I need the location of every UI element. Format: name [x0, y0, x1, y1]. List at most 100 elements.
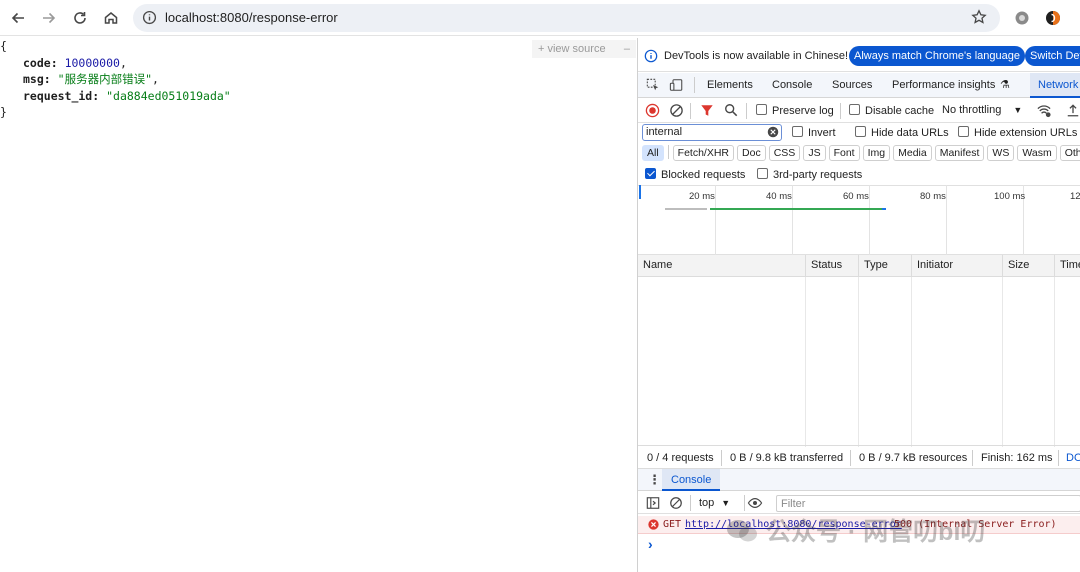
console-filter-input[interactable]: Filter [776, 495, 1080, 512]
drawer-tab-console[interactable]: Console [662, 469, 721, 491]
home-icon[interactable] [99, 6, 123, 30]
tab-network[interactable]: Network [1030, 73, 1080, 98]
drawer-tabbar: ⋮ Console [638, 469, 1080, 491]
drawer-menu-icon[interactable]: ⋮ [648, 472, 661, 488]
tab-elements[interactable]: Elements [707, 79, 753, 91]
device-toolbar-icon[interactable] [669, 78, 684, 95]
blocked-requests-checkbox[interactable]: Blocked requests [645, 168, 745, 181]
record-stop-icon[interactable] [645, 103, 660, 121]
console-sidebar-icon[interactable] [646, 496, 660, 513]
always-match-language-button[interactable]: Always match Chrome's language [849, 46, 1025, 66]
error-method: GET [663, 519, 682, 530]
type-filter-js[interactable]: JS [803, 145, 826, 161]
switch-devtools-language-button[interactable]: Switch Dev [1025, 46, 1080, 66]
view-source-toggle[interactable]: + view source – [532, 40, 636, 58]
column-name[interactable]: Name [638, 255, 672, 276]
execution-context-select[interactable]: top ▼ [699, 497, 730, 509]
tab-performance-insights[interactable]: Performance insights [892, 79, 995, 91]
blocked-requests-label: Blocked requests [661, 169, 746, 181]
hide-extension-urls-checkbox[interactable]: Hide extension URLs [958, 126, 1077, 139]
context-value: top [699, 497, 715, 509]
bookmark-star-icon[interactable] [971, 9, 987, 28]
timeline-bar-end [882, 208, 886, 210]
column-size[interactable]: Size [1002, 255, 1029, 276]
network-toolbar: Preserve log Disable cache No throttling… [638, 99, 1080, 123]
throttling-select[interactable]: No throttling ▼ [942, 104, 1022, 116]
json-value: "da884ed051019ada" [106, 88, 231, 103]
filter-input[interactable]: internal [642, 124, 782, 141]
status-finish: Finish: 162 ms [981, 452, 1053, 464]
back-icon[interactable] [6, 6, 30, 30]
collapse-icon[interactable]: – [624, 40, 630, 58]
dropdown-arrow-icon: ▼ [1013, 105, 1023, 115]
site-info-icon[interactable] [142, 10, 157, 28]
type-filter-media[interactable]: Media [893, 145, 932, 161]
type-filter-css[interactable]: CSS [768, 145, 801, 161]
request-table: Name Status Type Initiator Size Time [638, 255, 1080, 447]
column-type[interactable]: Type [858, 255, 888, 276]
type-filter-wasm[interactable]: Wasm [1017, 145, 1057, 161]
address-bar[interactable]: localhost:8080/response-error [133, 4, 1000, 32]
extension-icon[interactable] [1014, 10, 1030, 29]
column-initiator[interactable]: Initiator [911, 255, 953, 276]
network-conditions-icon[interactable] [1036, 103, 1052, 121]
view-source-label: + view source [538, 43, 606, 55]
reload-icon[interactable] [68, 6, 92, 30]
clear-icon[interactable] [669, 103, 684, 121]
tab-console[interactable]: Console [772, 79, 812, 91]
json-key: request_id [23, 88, 93, 103]
timeline-tick: 12 [1070, 191, 1080, 202]
type-filter-doc[interactable]: Doc [737, 145, 766, 161]
console-prompt-icon: › [648, 536, 653, 552]
clear-filter-icon[interactable] [767, 126, 779, 141]
invert-checkbox[interactable]: Invert [792, 126, 836, 139]
status-domcontentloaded: DO [1066, 452, 1080, 464]
console-filter-placeholder: Filter [781, 498, 806, 510]
banner-text: DevTools is now available in Chinese! [664, 50, 849, 62]
live-expression-eye-icon[interactable] [746, 496, 764, 513]
dropdown-arrow-icon: ▼ [721, 498, 731, 508]
third-party-requests-label: 3rd-party requests [773, 169, 863, 181]
disable-cache-checkbox[interactable]: Disable cache [849, 104, 934, 117]
info-icon [644, 49, 658, 66]
error-icon [648, 519, 659, 533]
type-filter-img[interactable]: Img [862, 145, 891, 161]
json-key: msg [23, 72, 44, 86]
table-header: Name Status Type Initiator Size Time [638, 255, 1080, 277]
network-status-bar: 0 / 4 requests 0 B / 9.8 kB transferred … [638, 445, 1080, 469]
filter-funnel-icon[interactable] [700, 103, 714, 121]
column-status[interactable]: Status [805, 255, 842, 276]
browser-toolbar: localhost:8080/response-error [0, 0, 1080, 36]
type-filter-fetch-xhr[interactable]: Fetch/XHR [672, 145, 735, 161]
timeline-bar-waiting [665, 208, 707, 210]
json-value: "服务器内部错误" [57, 72, 152, 86]
type-filter-ws[interactable]: WS [987, 145, 1015, 161]
status-requests: 0 / 4 requests [647, 452, 714, 464]
disable-cache-label: Disable cache [865, 105, 935, 117]
type-filter-other[interactable]: Other [1059, 145, 1080, 161]
clear-console-icon[interactable] [669, 496, 683, 513]
timeline-overview[interactable]: 20 ms 40 ms 60 ms 80 ms 100 ms 12 [638, 185, 1080, 255]
type-filter-font[interactable]: Font [828, 145, 860, 161]
hide-extension-urls-label: Hide extension URLs [974, 127, 1078, 139]
timeline-tick: 60 ms [843, 191, 869, 202]
request-options-row: Blocked requests 3rd-party requests [638, 166, 1080, 186]
type-filter-all[interactable]: All [642, 145, 664, 161]
json-line-msg: msg: "服务器内部错误", [23, 72, 159, 86]
watermark-text: 公众号 · 网管叨bi叨 [765, 518, 986, 546]
url-text: localhost:8080/response-error [165, 10, 338, 25]
tab-sources[interactable]: Sources [832, 79, 872, 91]
watermark: 公众号 · 网管叨bi叨 [725, 512, 985, 548]
devtools-tabbar: Elements Console Sources Performance ins… [638, 73, 1080, 98]
status-transferred: 0 B / 9.8 kB transferred [730, 452, 844, 464]
third-party-requests-checkbox[interactable]: 3rd-party requests [757, 168, 862, 181]
inspect-element-icon[interactable] [646, 78, 660, 95]
profile-extension-icon[interactable] [1045, 10, 1061, 29]
column-time[interactable]: Time [1054, 255, 1080, 276]
type-filter-manifest[interactable]: Manifest [934, 145, 985, 161]
import-har-icon[interactable] [1066, 103, 1080, 121]
preserve-log-checkbox[interactable]: Preserve log [756, 104, 834, 117]
hide-data-urls-checkbox[interactable]: Hide data URLs [855, 126, 949, 139]
search-icon[interactable] [724, 103, 738, 120]
forward-icon[interactable] [37, 6, 61, 30]
